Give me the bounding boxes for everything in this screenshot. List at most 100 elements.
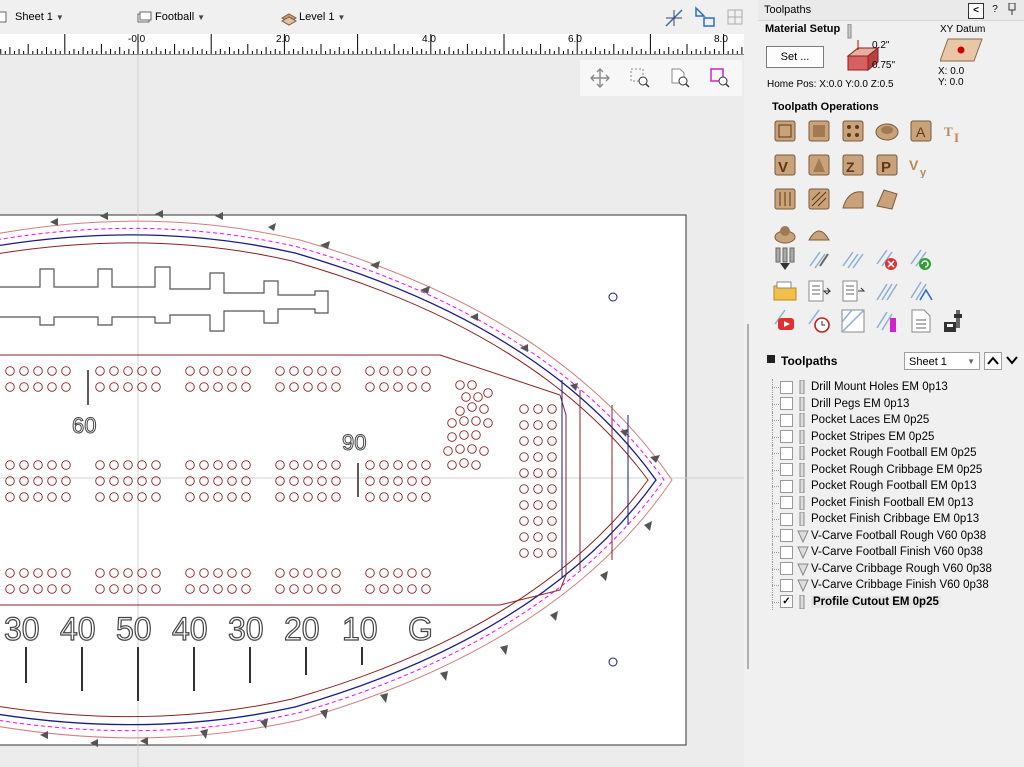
- toolpath-item[interactable]: Pocket Stripes EM 0p25: [766, 428, 1016, 445]
- toolpath-item[interactable]: V-Carve Football Finish V60 0p38: [766, 544, 1016, 560]
- recalculate-toolpaths-icon[interactable]: [908, 246, 934, 272]
- toolpath-checkbox[interactable]: [780, 397, 793, 410]
- 3d-profile-icon[interactable]: [806, 220, 832, 246]
- toolpath-item[interactable]: Drill Pegs EM 0p13: [766, 395, 1016, 412]
- peg-label-90: 90: [342, 430, 366, 455]
- toolpath-item[interactable]: Pocket Rough Cribbage EM 0p25: [766, 461, 1016, 478]
- toolpath-item[interactable]: Drill Mount Holes EM 0p13: [766, 379, 1016, 395]
- toolpath-item[interactable]: V-Carve Cribbage Rough V60 0p38: [766, 560, 1016, 577]
- toolpath-checkbox[interactable]: [780, 529, 793, 542]
- list-export-icon[interactable]: [806, 278, 832, 304]
- toolpath-item[interactable]: V-Carve Cribbage Finish V60 0p38: [766, 577, 1016, 593]
- vbit-inlay-icon[interactable]: Vy: [908, 152, 934, 179]
- chevron-down-icon: ▼: [967, 357, 975, 366]
- panel-toggle-icon[interactable]: [767, 355, 775, 363]
- inlay-toolpath-icon[interactable]: [874, 118, 900, 144]
- panel-title: Toolpaths: [764, 4, 812, 16]
- zoom-box-icon[interactable]: [630, 68, 650, 88]
- delete-toolpaths-icon[interactable]: [874, 246, 900, 272]
- open-folder-icon[interactable]: [772, 278, 798, 304]
- vbit-icon: [797, 529, 809, 543]
- xy-datum-button[interactable]: [939, 37, 984, 66]
- toolpath-checkbox[interactable]: [780, 578, 793, 592]
- toolpath-order-icon[interactable]: [772, 246, 798, 272]
- toolpath-summary-icon[interactable]: [874, 308, 900, 334]
- texture-toolpath-icon[interactable]: [772, 186, 798, 212]
- toolpath-merge-arrow-icon[interactable]: [908, 278, 934, 304]
- grid-icon[interactable]: [726, 8, 744, 29]
- align-icon[interactable]: [692, 6, 718, 31]
- material-stock: [0, 214, 687, 746]
- zoom-selection-icon[interactable]: [710, 68, 730, 88]
- vcarve-toolpath-icon[interactable]: A: [908, 118, 934, 144]
- set-material-button[interactable]: Set ...: [766, 46, 824, 68]
- preview-toolpaths-icon[interactable]: [806, 246, 832, 272]
- zoom-page-icon[interactable]: [670, 68, 690, 88]
- toolpath-templates-icon[interactable]: [840, 246, 866, 272]
- toolpath-checkbox-checked[interactable]: ✓: [780, 595, 793, 608]
- pin-icon[interactable]: [1006, 2, 1020, 17]
- level-icon: [280, 10, 298, 26]
- drawing-canvas[interactable]: 60 90 30 40 50 40 30 20 10 G: [0, 55, 744, 767]
- sheet-select[interactable]: Sheet 1 ▼: [904, 352, 980, 370]
- toolpath-name: V-Carve Football Rough V60 0p38: [811, 529, 987, 542]
- quick-engrave-icon[interactable]: TI: [942, 118, 968, 145]
- peg-label-60: 60: [72, 413, 96, 438]
- home-position: Home Pos: X:0.0 Y:0.0 Z:0.5: [767, 79, 894, 90]
- toolpath-item[interactable]: Pocket Laces EM 0p25: [766, 412, 1016, 428]
- toolpath-checkbox[interactable]: [780, 479, 793, 493]
- level-dropdown[interactable]: Level 1 ▼: [280, 9, 345, 26]
- report-icon[interactable]: [908, 308, 934, 334]
- endmill-icon: [797, 445, 807, 461]
- molding-toolpath-icon[interactable]: [840, 186, 866, 212]
- toolpath-checkbox[interactable]: [780, 496, 793, 509]
- list-import-icon[interactable]: [840, 278, 866, 304]
- svg-text:V: V: [909, 157, 919, 173]
- toolpath-checkbox[interactable]: [780, 512, 793, 526]
- move-down-button[interactable]: [1004, 352, 1022, 370]
- save-toolpath-icon[interactable]: [942, 308, 968, 334]
- fluting-icon[interactable]: [806, 186, 832, 212]
- merge-toolpaths-icon[interactable]: [874, 278, 900, 304]
- vcarve-icon[interactable]: V: [772, 152, 798, 178]
- prism-carve-icon[interactable]: [806, 152, 832, 178]
- toolpath-checkbox[interactable]: [780, 463, 793, 476]
- toolpath-checkbox[interactable]: [780, 545, 793, 559]
- nesting-icon[interactable]: [840, 308, 866, 334]
- flute-toolpath-icon[interactable]: Z: [840, 152, 866, 178]
- sheet-dropdown[interactable]: Sheet 1 ▼: [0, 9, 64, 25]
- time-estimate-icon[interactable]: [806, 308, 832, 334]
- yard-number: 40: [172, 611, 208, 647]
- toolpath-item[interactable]: Pocket Rough Football EM 0p25: [766, 445, 1016, 461]
- toolpath-checkbox[interactable]: [780, 413, 793, 427]
- snap-icon[interactable]: [664, 8, 684, 31]
- toolpath-item-active[interactable]: ✓ Profile Cutout EM 0p25: [766, 593, 1016, 610]
- ruler-label-0: -0.0: [128, 34, 146, 45]
- drilling-toolpath-icon[interactable]: [840, 118, 866, 144]
- scrollbar-thumb[interactable]: [747, 324, 749, 669]
- pocket-toolpath-icon[interactable]: [806, 118, 832, 144]
- canvas-scrollbar[interactable]: [744, 34, 758, 767]
- toolpath-checkbox[interactable]: [780, 430, 793, 443]
- toolpath-checkbox[interactable]: [780, 446, 793, 460]
- finishing-icon[interactable]: [772, 220, 798, 246]
- move-up-button[interactable]: [984, 352, 1002, 370]
- svg-text:T: T: [944, 124, 953, 139]
- help-button[interactable]: ?: [988, 3, 1002, 17]
- roughing-icon[interactable]: [874, 186, 900, 212]
- toolpath-item[interactable]: Pocket Finish Football EM 0p13: [766, 494, 1016, 511]
- component-dropdown[interactable]: Football ▼: [136, 9, 205, 25]
- toolpath-item[interactable]: Pocket Finish Cribbage EM 0p13: [766, 511, 1016, 527]
- sheet-select-value: Sheet 1: [909, 356, 947, 368]
- endmill-icon: [797, 396, 807, 411]
- save-video-icon[interactable]: [772, 308, 798, 334]
- pan-icon[interactable]: [590, 68, 610, 88]
- endmill-icon: [797, 478, 807, 494]
- toolpath-item[interactable]: Pocket Rough Football EM 0p13: [766, 478, 1016, 494]
- photo-vcarve-icon[interactable]: P: [874, 152, 900, 178]
- collapse-panel-button[interactable]: <: [968, 3, 984, 19]
- toolpath-checkbox[interactable]: [780, 380, 793, 394]
- toolpath-checkbox[interactable]: [780, 562, 793, 575]
- profile-toolpath-icon[interactable]: [772, 118, 798, 144]
- toolpath-item[interactable]: V-Carve Football Rough V60 0p38: [766, 527, 1016, 544]
